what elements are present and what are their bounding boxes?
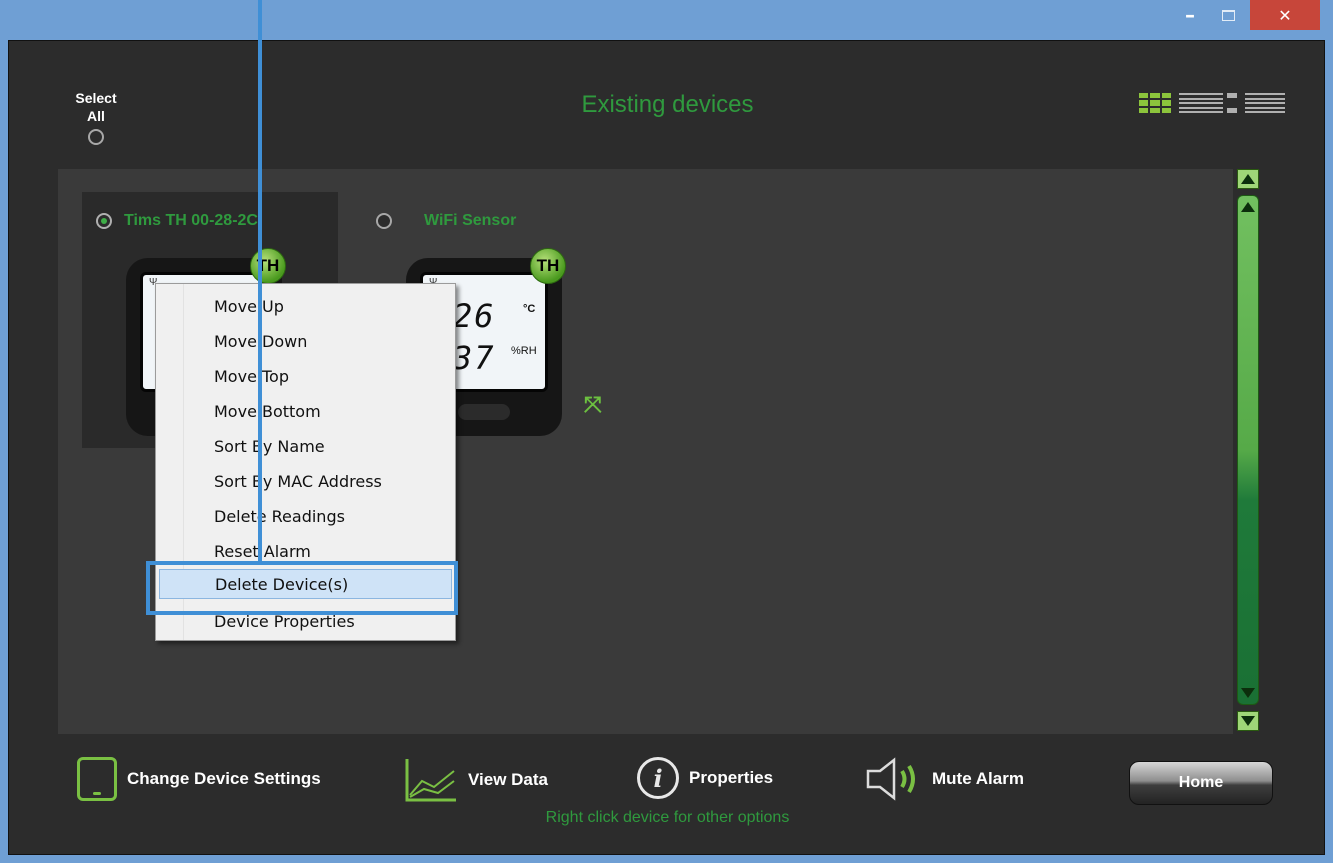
- temperature-reading: 26: [453, 297, 496, 335]
- scroll-down-button[interactable]: [1237, 711, 1259, 731]
- mute-alarm-button[interactable]: Mute Alarm: [864, 757, 1024, 801]
- device-card-header: Tims TH 00-28-2C: [96, 212, 258, 230]
- hint-text: Right click device for other options: [545, 809, 790, 826]
- speaker-icon: [864, 757, 922, 801]
- scroll-up-button[interactable]: [1237, 169, 1259, 189]
- view-data-button[interactable]: View Data: [404, 757, 548, 803]
- scroll-thumb[interactable]: [1237, 195, 1259, 705]
- menu-item-delete-readings[interactable]: Delete Readings: [159, 501, 452, 531]
- device-type-badge: TH: [530, 248, 566, 284]
- menu-item-move-bottom[interactable]: Move Bottom: [159, 396, 452, 426]
- device-name: WiFi Sensor: [424, 212, 517, 229]
- sensor-button: [458, 404, 510, 420]
- tablet-icon: [77, 757, 117, 801]
- line-chart-icon: [404, 757, 458, 803]
- detail-view-icon[interactable]: [1179, 93, 1237, 113]
- maximize-icon: [1221, 9, 1235, 21]
- change-device-settings-button[interactable]: Change Device Settings: [77, 757, 321, 801]
- properties-label: Properties: [689, 768, 774, 787]
- select-all-radio[interactable]: [88, 129, 104, 145]
- title-bar[interactable]: – ✕: [0, 0, 1333, 40]
- device-select-radio[interactable]: [376, 213, 392, 229]
- expand-icon[interactable]: ⤧: [584, 392, 602, 418]
- menu-item-sort-by-name[interactable]: Sort By Name: [159, 431, 452, 461]
- device-type-badge: TH: [250, 248, 286, 284]
- arrow-up-icon: [1241, 174, 1255, 184]
- callout-pointer-line: [258, 0, 262, 565]
- device-select-radio[interactable]: [96, 213, 112, 229]
- menu-item-move-top[interactable]: Move Top: [159, 361, 452, 391]
- bottom-toolbar: Change Device Settings View Data i Prope…: [9, 749, 1326, 809]
- view-mode-switcher: [1139, 93, 1285, 115]
- info-icon: i: [637, 757, 679, 799]
- menu-item-move-down[interactable]: Move Down: [159, 326, 452, 356]
- grid-view-icon[interactable]: [1139, 93, 1171, 113]
- view-data-label: View Data: [468, 770, 549, 789]
- humidity-unit: %RH: [511, 345, 537, 357]
- arrow-down-icon: [1241, 716, 1255, 726]
- arrow-down-icon: [1241, 688, 1255, 698]
- list-view-icon[interactable]: [1245, 93, 1285, 113]
- menu-item-sort-by-mac[interactable]: Sort By MAC Address: [159, 466, 452, 496]
- home-button[interactable]: Home: [1129, 761, 1273, 805]
- minimize-button[interactable]: –: [1172, 0, 1208, 30]
- vertical-scrollbar[interactable]: [1237, 169, 1265, 734]
- properties-button[interactable]: i Properties: [637, 757, 773, 799]
- device-card-header: WiFi Sensor: [376, 212, 516, 230]
- device-name: Tims TH 00-28-2C: [124, 212, 258, 229]
- callout-highlight-box: [146, 561, 458, 615]
- close-button[interactable]: ✕: [1250, 0, 1320, 30]
- humidity-reading: 37: [453, 339, 496, 377]
- menu-item-move-up[interactable]: Move Up: [159, 291, 452, 321]
- arrow-up-icon: [1241, 202, 1255, 212]
- page-title: Existing devices: [581, 91, 754, 118]
- maximize-button[interactable]: [1210, 0, 1246, 30]
- mute-alarm-label: Mute Alarm: [932, 769, 1024, 788]
- temperature-unit: °C: [523, 303, 536, 315]
- change-device-settings-label: Change Device Settings: [127, 769, 321, 788]
